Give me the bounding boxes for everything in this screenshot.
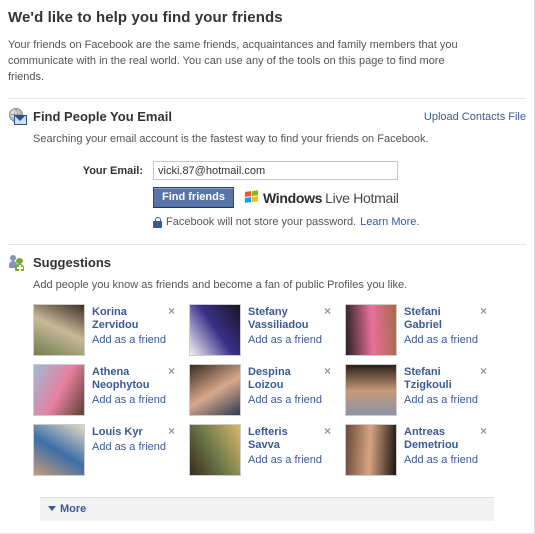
- provider-name-light: Live Hotmail: [325, 189, 399, 206]
- find-friends-page: We'd like to help you find your friends …: [0, 0, 535, 534]
- photo-thumbnail: [346, 425, 396, 475]
- find-friends-button[interactable]: Find friends: [153, 187, 234, 208]
- suggestion-card: Athena Neophytou Add as a friend ×: [33, 364, 189, 424]
- suggestion-name-link[interactable]: Lefteris Savva: [248, 426, 310, 452]
- suggestion-card: Stefani Tzigkouli Add as a friend ×: [345, 364, 501, 424]
- suggestion-card: Stefany Vassiliadou Add as a friend ×: [189, 304, 345, 364]
- suggestion-card: Stefani Gabriel Add as a friend ×: [345, 304, 501, 364]
- suggestion-name-link[interactable]: Athena Neophytou: [92, 366, 154, 392]
- photo-thumbnail: [346, 305, 396, 355]
- suggestion-name-link[interactable]: Despina Loizou: [248, 366, 310, 392]
- close-icon[interactable]: ×: [166, 365, 177, 377]
- suggestion-photo[interactable]: [33, 364, 85, 416]
- find-friends-row: Find friends Windows Live Hotmail: [0, 187, 534, 208]
- photo-thumbnail: [34, 425, 84, 475]
- suggestions-title: Suggestions: [33, 255, 112, 270]
- suggestion-info: Korina Zervidou Add as a friend: [85, 304, 166, 364]
- more-button[interactable]: More: [40, 496, 494, 521]
- suggestion-card: Antreas Demetriou Add as a friend ×: [345, 424, 501, 484]
- windows-flag-icon: [244, 190, 259, 205]
- globe-envelope-icon: [8, 108, 28, 126]
- provider-name-bold: Windows: [262, 189, 323, 206]
- suggestion-photo[interactable]: [189, 304, 241, 356]
- photo-thumbnail: [190, 305, 240, 355]
- upload-contacts-wrap: Upload Contacts File: [424, 111, 526, 123]
- add-as-friend-link[interactable]: Add as a friend: [92, 393, 166, 407]
- suggestion-card: Lefteris Savva Add as a friend ×: [189, 424, 345, 484]
- suggestions-grid: Korina Zervidou Add as a friend × Stefany V…: [0, 304, 534, 484]
- suggestion-photo[interactable]: [33, 304, 85, 356]
- intro-block: We'd like to help you find your friends …: [0, 0, 534, 85]
- close-icon[interactable]: ×: [322, 305, 333, 317]
- suggestion-info: Despina Loizou Add as a friend: [241, 364, 322, 424]
- privacy-note-row: Facebook will not store your password. L…: [0, 216, 534, 228]
- close-icon[interactable]: ×: [322, 425, 333, 437]
- suggestion-name-link[interactable]: Stefani Gabriel: [404, 306, 466, 332]
- photo-thumbnail: [190, 425, 240, 475]
- suggestion-name-link[interactable]: Stefani Tzigkouli: [404, 366, 466, 392]
- suggestion-info: Stefani Tzigkouli Add as a friend: [397, 364, 478, 424]
- suggestion-photo[interactable]: [345, 424, 397, 476]
- suggestion-info: Louis Kyr Add as a friend: [85, 424, 166, 484]
- photo-thumbnail: [346, 365, 396, 415]
- add-as-friend-link[interactable]: Add as a friend: [248, 333, 322, 347]
- close-icon[interactable]: ×: [166, 305, 177, 317]
- suggestion-photo[interactable]: [345, 364, 397, 416]
- chevron-down-icon: [48, 505, 56, 511]
- add-as-friend-link[interactable]: Add as a friend: [404, 393, 478, 407]
- find-email-title: Find People You Email: [33, 109, 172, 124]
- suggestion-name-link[interactable]: Stefany Vassiliadou: [248, 306, 310, 332]
- suggestion-info: Antreas Demetriou Add as a friend: [397, 424, 478, 484]
- email-form-row: Your Email:: [0, 161, 534, 180]
- add-friend-icon: [8, 254, 28, 272]
- lock-icon: [153, 216, 162, 228]
- learn-more-link[interactable]: Learn More.: [360, 216, 419, 228]
- close-icon[interactable]: ×: [322, 365, 333, 377]
- suggestion-photo[interactable]: [345, 304, 397, 356]
- email-input[interactable]: [153, 161, 398, 180]
- suggestions-header: Suggestions: [0, 245, 534, 272]
- add-as-friend-link[interactable]: Add as a friend: [92, 333, 166, 347]
- close-icon[interactable]: ×: [478, 305, 489, 317]
- suggestions-subtitle: Add people you know as friends and becom…: [33, 279, 408, 291]
- add-as-friend-link[interactable]: Add as a friend: [248, 453, 322, 467]
- add-as-friend-link[interactable]: Add as a friend: [248, 393, 322, 407]
- suggestion-info: Lefteris Savva Add as a friend: [241, 424, 322, 484]
- suggestion-photo[interactable]: [189, 364, 241, 416]
- suggestion-name-link[interactable]: Louis Kyr: [92, 426, 154, 439]
- suggestion-card: Korina Zervidou Add as a friend ×: [33, 304, 189, 364]
- close-icon[interactable]: ×: [166, 425, 177, 437]
- add-as-friend-link[interactable]: Add as a friend: [404, 453, 478, 467]
- suggestion-name-link[interactable]: Korina Zervidou: [92, 306, 154, 332]
- find-email-header: Find People You Email Upload Contacts Fi…: [0, 99, 534, 126]
- windows-live-hotmail-logo: Windows Live Hotmail: [244, 189, 399, 206]
- suggestion-card: Despina Loizou Add as a friend ×: [189, 364, 345, 424]
- suggestion-info: Stefany Vassiliadou Add as a friend: [241, 304, 322, 364]
- more-label: More: [60, 503, 87, 515]
- upload-contacts-link[interactable]: Upload Contacts File: [424, 111, 526, 123]
- close-icon[interactable]: ×: [478, 425, 489, 437]
- suggestion-info: Stefani Gabriel Add as a friend: [397, 304, 478, 364]
- suggestion-photo[interactable]: [33, 424, 85, 476]
- email-label: Your Email:: [82, 164, 143, 177]
- more-section: More: [40, 496, 494, 521]
- suggestion-info: Athena Neophytou Add as a friend: [85, 364, 166, 424]
- suggestion-photo[interactable]: [189, 424, 241, 476]
- suggestion-card: Louis Kyr Add as a friend ×: [33, 424, 189, 484]
- photo-thumbnail: [190, 365, 240, 415]
- add-as-friend-link[interactable]: Add as a friend: [92, 440, 166, 454]
- suggestion-name-link[interactable]: Antreas Demetriou: [404, 426, 466, 452]
- privacy-note-text: Facebook will not store your password.: [166, 216, 357, 228]
- intro-text: Your friends on Facebook are the same fr…: [8, 39, 458, 83]
- photo-thumbnail: [34, 305, 84, 355]
- close-icon[interactable]: ×: [478, 365, 489, 377]
- add-as-friend-link[interactable]: Add as a friend: [404, 333, 478, 347]
- photo-thumbnail: [34, 365, 84, 415]
- page-title: We'd like to help you find your friends: [8, 9, 283, 26]
- find-email-subtitle: Searching your email account is the fast…: [33, 133, 429, 145]
